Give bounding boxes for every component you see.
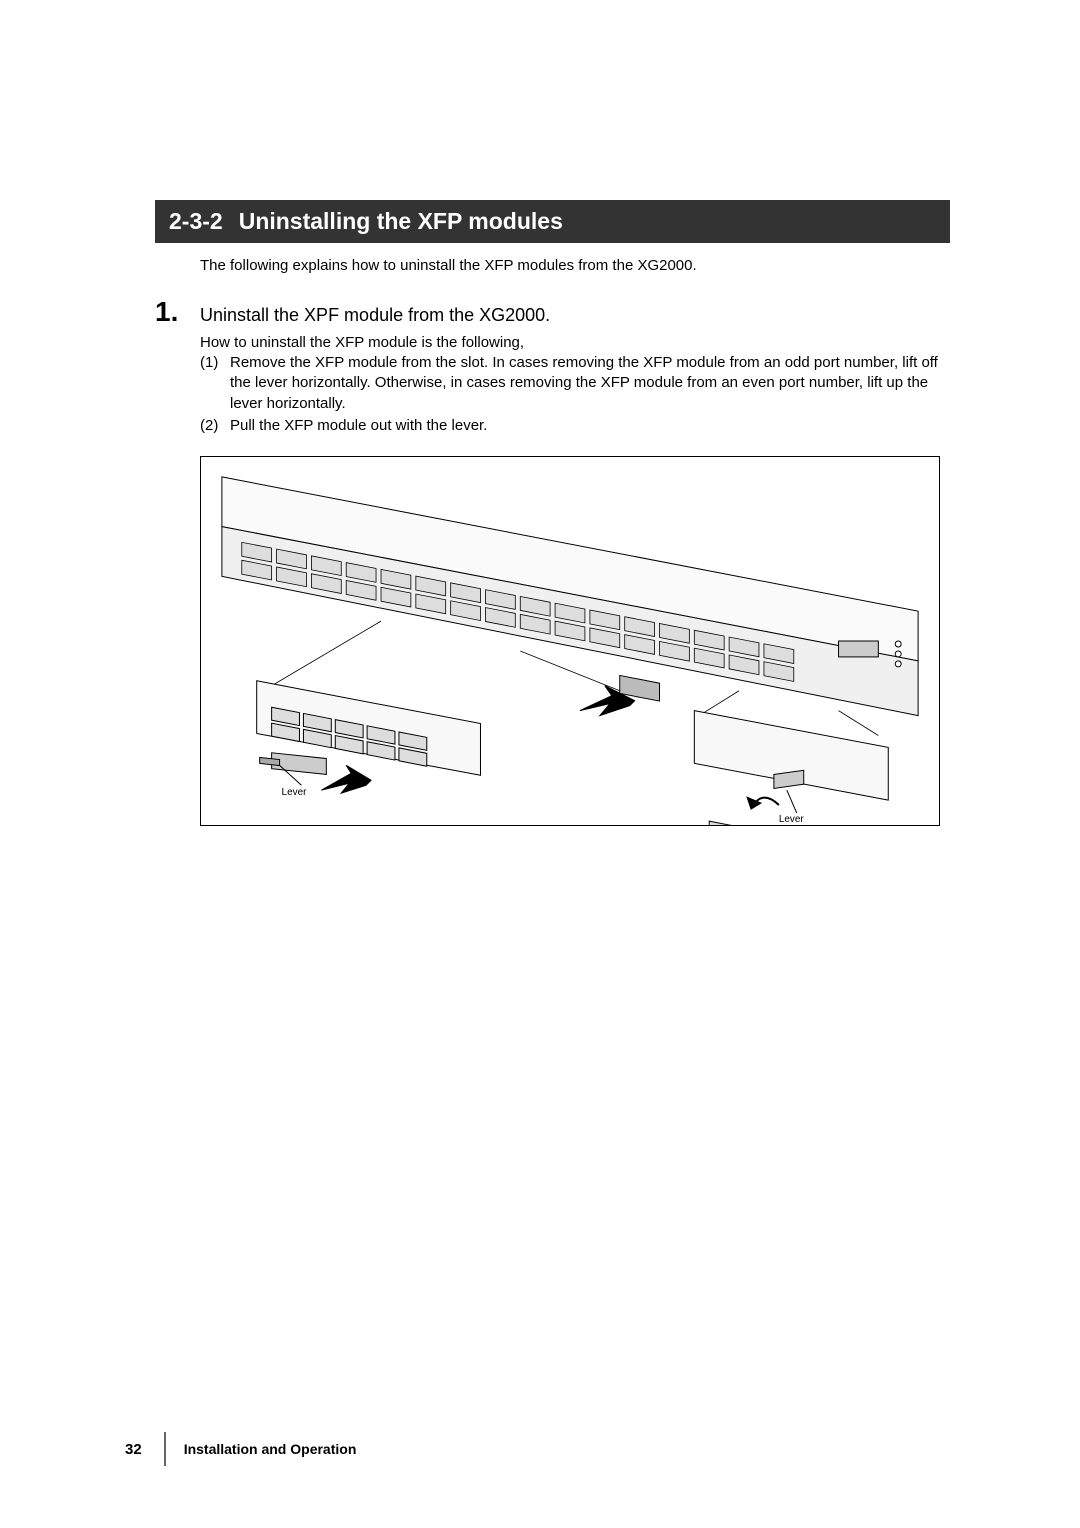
substep-1-number: (1) — [200, 353, 230, 373]
page-footer: 32 Installation and Operation — [125, 1432, 356, 1466]
lever-label-right: Lever — [779, 814, 805, 825]
footer-chapter: Installation and Operation — [184, 1441, 357, 1457]
step-heading: 1. Uninstall the XPF module from the XG2… — [155, 296, 950, 328]
substep-2: (2) Pull the XFP module out with the lev… — [200, 416, 950, 436]
section-title: Uninstalling the XFP modules — [239, 208, 563, 234]
figure-device-illustration: Lever Lever — [200, 456, 940, 826]
substep-1-text: Remove the XFP module from the slot. In … — [230, 353, 950, 414]
page-number: 32 — [125, 1441, 142, 1458]
substep-1: (1) Remove the XFP module from the slot.… — [200, 353, 950, 414]
step-number: 1. — [155, 296, 200, 328]
step-lead: How to uninstall the XFP module is the f… — [200, 334, 950, 351]
substep-2-number: (2) — [200, 416, 230, 436]
footer-divider — [164, 1432, 166, 1466]
substep-2-text: Pull the XFP module out with the lever. — [230, 416, 950, 436]
section-intro: The following explains how to uninstall … — [200, 257, 950, 274]
step-title: Uninstall the XPF module from the XG2000… — [200, 305, 550, 326]
lever-label-left: Lever — [282, 787, 308, 798]
section-header: 2-3-2 Uninstalling the XFP modules — [155, 200, 950, 243]
section-number: 2-3-2 — [169, 208, 223, 234]
device-diagram-svg: Lever Lever — [201, 457, 939, 825]
